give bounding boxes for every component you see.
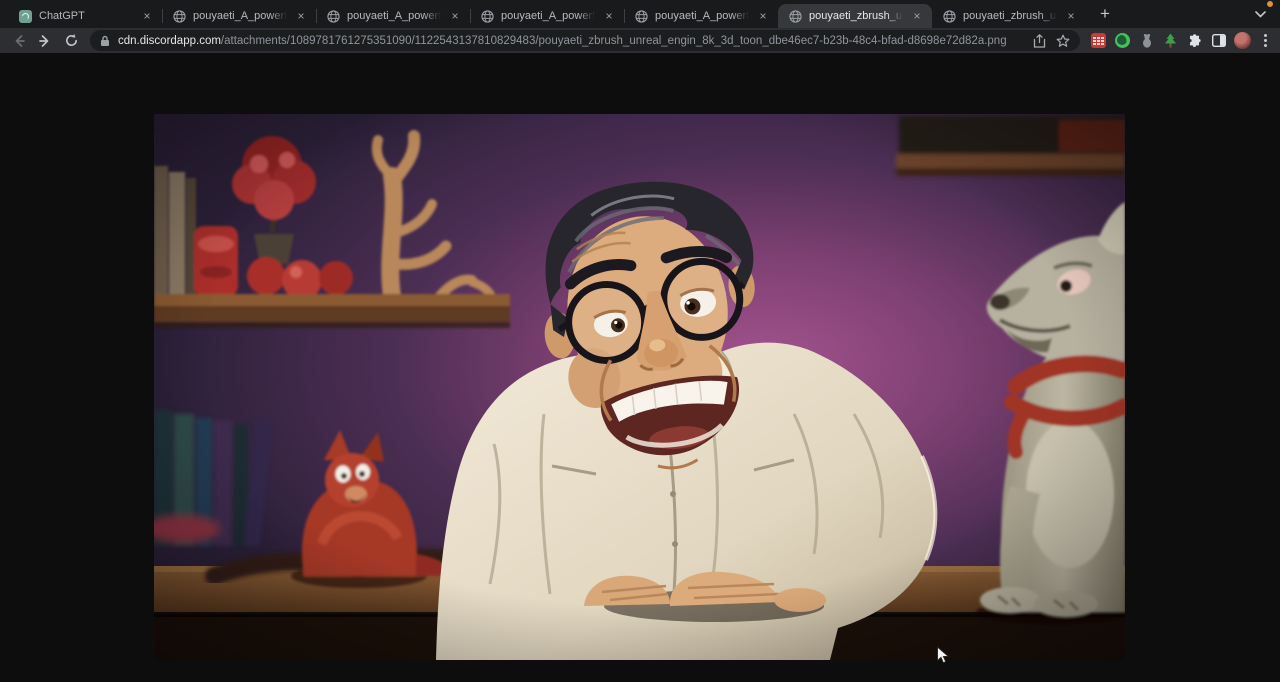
discord-attachment-image[interactable] <box>154 114 1125 660</box>
url-text: cdn.discordapp.com/attachments/108978176… <box>118 35 1025 47</box>
adblock-extension-icon[interactable] <box>1090 32 1107 49</box>
menu-kebab-icon[interactable] <box>1258 34 1272 47</box>
globe-favicon-icon <box>481 10 494 23</box>
address-bar[interactable]: cdn.discordapp.com/attachments/108978176… <box>90 30 1080 51</box>
browser-tab-inactive[interactable]: pouyaeti_zbrush_unreal_engin × <box>932 4 1086 28</box>
browser-toolbar: cdn.discordapp.com/attachments/108978176… <box>0 28 1280 53</box>
profile-avatar[interactable] <box>1234 32 1251 49</box>
browser-tab-active[interactable]: pouyaeti_zbrush_unreal_engin × <box>778 4 932 28</box>
tab-strip: ChatGPT × pouyaeti_A_powerful_modern × <box>0 0 1280 28</box>
tab-close-icon[interactable]: × <box>140 9 154 23</box>
image-vignette <box>154 114 1125 660</box>
forward-button[interactable] <box>34 30 56 52</box>
tab-title: pouyaeti_A_powerful_modern <box>347 10 441 22</box>
browser-tab-inactive[interactable]: pouyaeti_A_powerful_modern × <box>470 4 624 28</box>
side-panel-icon[interactable] <box>1210 32 1227 49</box>
tab-title: ChatGPT <box>39 10 133 22</box>
browser-window: ChatGPT × pouyaeti_A_powerful_modern × <box>0 0 1280 682</box>
tab-close-icon[interactable]: × <box>1064 9 1078 23</box>
url-host: cdn.discordapp.com <box>118 35 221 47</box>
browser-tab-inactive[interactable]: ChatGPT × <box>8 4 162 28</box>
share-icon[interactable] <box>1033 34 1046 48</box>
browser-tab-inactive[interactable]: pouyaeti_A_powerful_modern × <box>624 4 778 28</box>
tab-close-icon[interactable]: × <box>910 9 924 23</box>
globe-favicon-icon <box>789 10 802 23</box>
tab-close-icon[interactable]: × <box>448 9 462 23</box>
tab-title: pouyaeti_zbrush_unreal_engin <box>963 10 1057 22</box>
dark-mode-extension-icon[interactable] <box>1114 32 1131 49</box>
lock-icon <box>100 35 110 47</box>
extensions-puzzle-icon[interactable] <box>1186 32 1203 49</box>
browser-tab-inactive[interactable]: pouyaeti_A_powerful_modern × <box>162 4 316 28</box>
globe-favicon-icon <box>635 10 648 23</box>
reload-button[interactable] <box>60 30 82 52</box>
tab-search-chevron-icon[interactable] <box>1250 4 1270 24</box>
globe-favicon-icon <box>327 10 340 23</box>
back-button[interactable] <box>8 30 30 52</box>
tab-close-icon[interactable]: × <box>756 9 770 23</box>
tab-title: pouyaeti_zbrush_unreal_engin <box>809 10 903 22</box>
browser-tab-inactive[interactable]: pouyaeti_A_powerful_modern × <box>316 4 470 28</box>
tab-title: pouyaeti_A_powerful_modern <box>193 10 287 22</box>
tab-title: pouyaeti_A_powerful_modern <box>501 10 595 22</box>
globe-favicon-icon <box>173 10 186 23</box>
url-path: /attachments/1089781761275351090/1122543… <box>221 35 1007 47</box>
tab-close-icon[interactable]: × <box>294 9 308 23</box>
chatgpt-favicon-icon <box>19 10 32 23</box>
mouse-extension-icon[interactable] <box>1138 32 1155 49</box>
page-content <box>0 53 1280 682</box>
tab-title: pouyaeti_A_powerful_modern <box>655 10 749 22</box>
tab-close-icon[interactable]: × <box>602 9 616 23</box>
new-tab-button[interactable]: + <box>1092 1 1118 27</box>
update-notification-dot <box>1267 1 1273 7</box>
bookmark-star-icon[interactable] <box>1056 34 1070 48</box>
globe-favicon-icon <box>943 10 956 23</box>
tree-extension-icon[interactable] <box>1162 32 1179 49</box>
